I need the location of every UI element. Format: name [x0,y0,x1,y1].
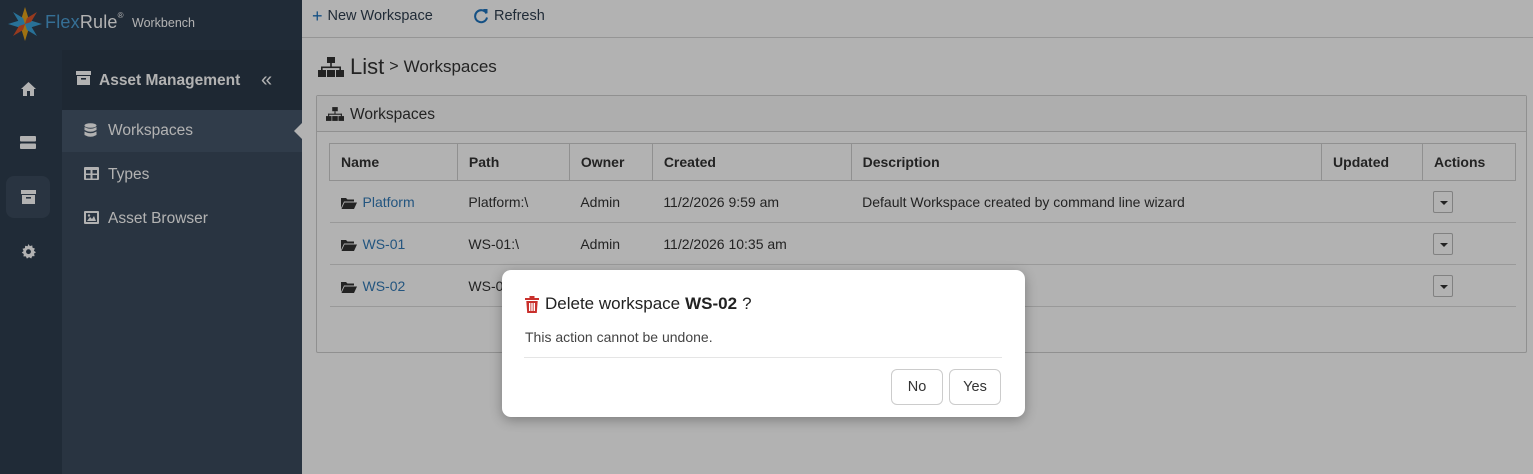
dialog-message: This action cannot be undone. [525,329,713,345]
dialog-title: Delete workspace WS-02 ? [525,294,752,314]
yes-button[interactable]: Yes [949,369,1001,405]
trash-icon [525,295,539,313]
dialog-title-suffix: ? [742,294,752,313]
delete-workspace-dialog: Delete workspace WS-02 ? This action can… [502,270,1025,417]
dialog-title-prefix: Delete workspace [545,294,681,313]
dialog-divider [524,357,1002,358]
dialog-title-target: WS-02 [685,294,738,313]
no-button[interactable]: No [891,369,943,405]
